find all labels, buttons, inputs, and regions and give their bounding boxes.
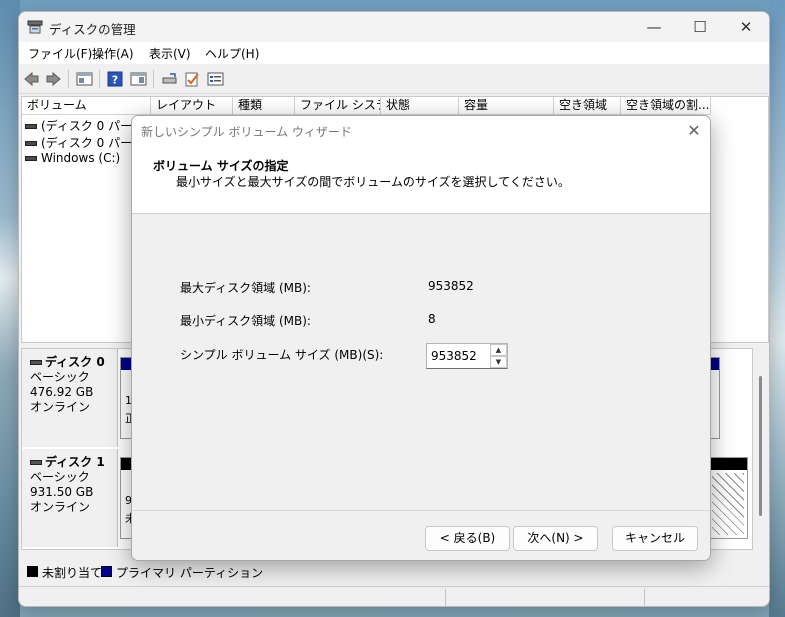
menu-help[interactable]: ヘルプ(H) bbox=[205, 45, 259, 62]
disk-name: ディスク 1 bbox=[45, 455, 105, 469]
vertical-scrollbar[interactable] bbox=[753, 348, 769, 550]
disk-icon bbox=[30, 460, 42, 465]
legend: 未割り当て プライマリ パーティション bbox=[21, 560, 769, 584]
disk-status: オンライン bbox=[30, 400, 91, 414]
column-header-type[interactable]: 種類 bbox=[233, 97, 295, 115]
checklist-icon[interactable] bbox=[184, 71, 201, 87]
dialog-header-subtitle: 最小サイズと最大サイズの間でボリュームのサイズを選択してください。 bbox=[176, 175, 570, 189]
volume-row[interactable]: Windows (C:) bbox=[25, 151, 120, 168]
close-button[interactable]: ✕ bbox=[723, 12, 769, 42]
column-header-capacity[interactable]: 容量 bbox=[459, 97, 554, 115]
maximize-button[interactable]: ☐ bbox=[677, 12, 723, 42]
scrollbar-thumb[interactable] bbox=[759, 376, 762, 516]
column-header-status[interactable]: 状態 bbox=[381, 97, 459, 115]
max-disk-space-value: 953852 bbox=[428, 279, 474, 293]
new-simple-volume-wizard: 新しいシンプル ボリューム ウィザード ✕ ボリューム サイズの指定 最小サイズ… bbox=[131, 115, 711, 561]
drive-icon bbox=[25, 141, 37, 146]
partition-bar bbox=[709, 458, 747, 470]
menu-bar: ファイル(F) 操作(A) 表示(V) ヘルプ(H) bbox=[19, 42, 769, 64]
menu-view[interactable]: 表示(V) bbox=[149, 45, 191, 62]
svg-text:?: ? bbox=[112, 74, 118, 87]
disk-type: ベーシック bbox=[30, 470, 90, 484]
disk-management-icon bbox=[27, 20, 43, 34]
disk-status: オンライン bbox=[30, 500, 91, 514]
min-disk-space-label: 最小ディスク領域 (MB): bbox=[180, 314, 311, 328]
dialog-title: 新しいシンプル ボリューム ウィザード bbox=[141, 125, 352, 139]
title-bar[interactable]: ディスクの管理 — ☐ ✕ bbox=[19, 12, 769, 42]
help-icon[interactable]: ? bbox=[107, 71, 124, 87]
disk-0-label[interactable]: ディスク 0 ベーシック 476.92 GB オンライン bbox=[22, 349, 118, 447]
connect-disk-icon[interactable] bbox=[161, 71, 178, 87]
disk-1-unallocated[interactable] bbox=[708, 457, 748, 539]
unallocated-hatch bbox=[712, 473, 744, 535]
menu-action[interactable]: 操作(A) bbox=[92, 45, 134, 62]
properties-pane-icon[interactable] bbox=[130, 71, 147, 87]
disk-icon bbox=[30, 360, 42, 365]
toolbar: ? bbox=[19, 64, 769, 94]
toolbar-separator bbox=[68, 70, 69, 88]
console-tree-icon[interactable] bbox=[76, 71, 93, 87]
dialog-header-title: ボリューム サイズの指定 bbox=[153, 159, 289, 173]
disk-size: 476.92 GB bbox=[30, 385, 94, 399]
min-disk-space-value: 8 bbox=[428, 312, 436, 326]
legend-swatch-unallocated bbox=[27, 566, 38, 577]
spin-up-button[interactable]: ▲ bbox=[490, 344, 507, 356]
volume-size-stepper[interactable]: ▲ ▼ bbox=[426, 343, 508, 369]
legend-swatch-primary bbox=[101, 566, 112, 577]
spin-down-button[interactable]: ▼ bbox=[490, 356, 507, 368]
toolbar-separator bbox=[153, 70, 154, 88]
dialog-footer-divider bbox=[132, 510, 710, 511]
forward-arrow-icon[interactable] bbox=[45, 71, 62, 87]
status-separator bbox=[445, 589, 446, 606]
column-header-volume[interactable]: ボリューム bbox=[22, 97, 151, 115]
desktop-wallpaper-right bbox=[769, 0, 785, 617]
menu-file[interactable]: ファイル(F) bbox=[28, 45, 92, 62]
volume-size-input[interactable] bbox=[427, 344, 489, 368]
column-header-filesystem[interactable]: ファイル システム bbox=[295, 97, 381, 115]
column-header-free-space[interactable]: 空き領域 bbox=[554, 97, 621, 115]
window-title: ディスクの管理 bbox=[49, 22, 136, 37]
status-separator bbox=[644, 589, 645, 606]
column-header-layout[interactable]: レイアウト bbox=[151, 97, 233, 115]
disk-1-label[interactable]: ディスク 1 ベーシック 931.50 GB オンライン bbox=[22, 449, 118, 547]
dialog-header: ボリューム サイズの指定 最小サイズと最大サイズの間でボリュームのサイズを選択し… bbox=[132, 146, 710, 214]
cancel-button[interactable]: キャンセル bbox=[612, 526, 698, 551]
disk-size: 931.50 GB bbox=[30, 485, 94, 499]
disk-type: ベーシック bbox=[30, 370, 90, 384]
dialog-close-button[interactable]: ✕ bbox=[678, 116, 710, 146]
settings-list-icon[interactable] bbox=[207, 71, 224, 87]
column-header-free-percent[interactable]: 空き領域の割... bbox=[621, 97, 711, 115]
drive-icon bbox=[25, 124, 37, 129]
legend-label: 未割り当て bbox=[42, 566, 103, 580]
status-bar bbox=[19, 586, 769, 606]
dialog-title-bar[interactable]: 新しいシンプル ボリューム ウィザード ✕ bbox=[132, 116, 710, 146]
drive-icon bbox=[25, 156, 37, 161]
minimize-button[interactable]: — bbox=[631, 12, 677, 42]
volume-size-label: シンプル ボリューム サイズ (MB)(S): bbox=[180, 348, 384, 362]
back-arrow-icon[interactable] bbox=[23, 71, 40, 87]
max-disk-space-label: 最大ディスク領域 (MB): bbox=[180, 281, 311, 295]
volume-name: Windows (C:) bbox=[41, 151, 121, 165]
back-button[interactable]: < 戻る(B) bbox=[425, 526, 510, 551]
disk-name: ディスク 0 bbox=[45, 355, 105, 369]
desktop-wallpaper-left bbox=[0, 0, 20, 617]
legend-label: プライマリ パーティション bbox=[116, 566, 264, 580]
toolbar-separator bbox=[99, 70, 100, 88]
next-button[interactable]: 次へ(N) > bbox=[513, 526, 598, 551]
